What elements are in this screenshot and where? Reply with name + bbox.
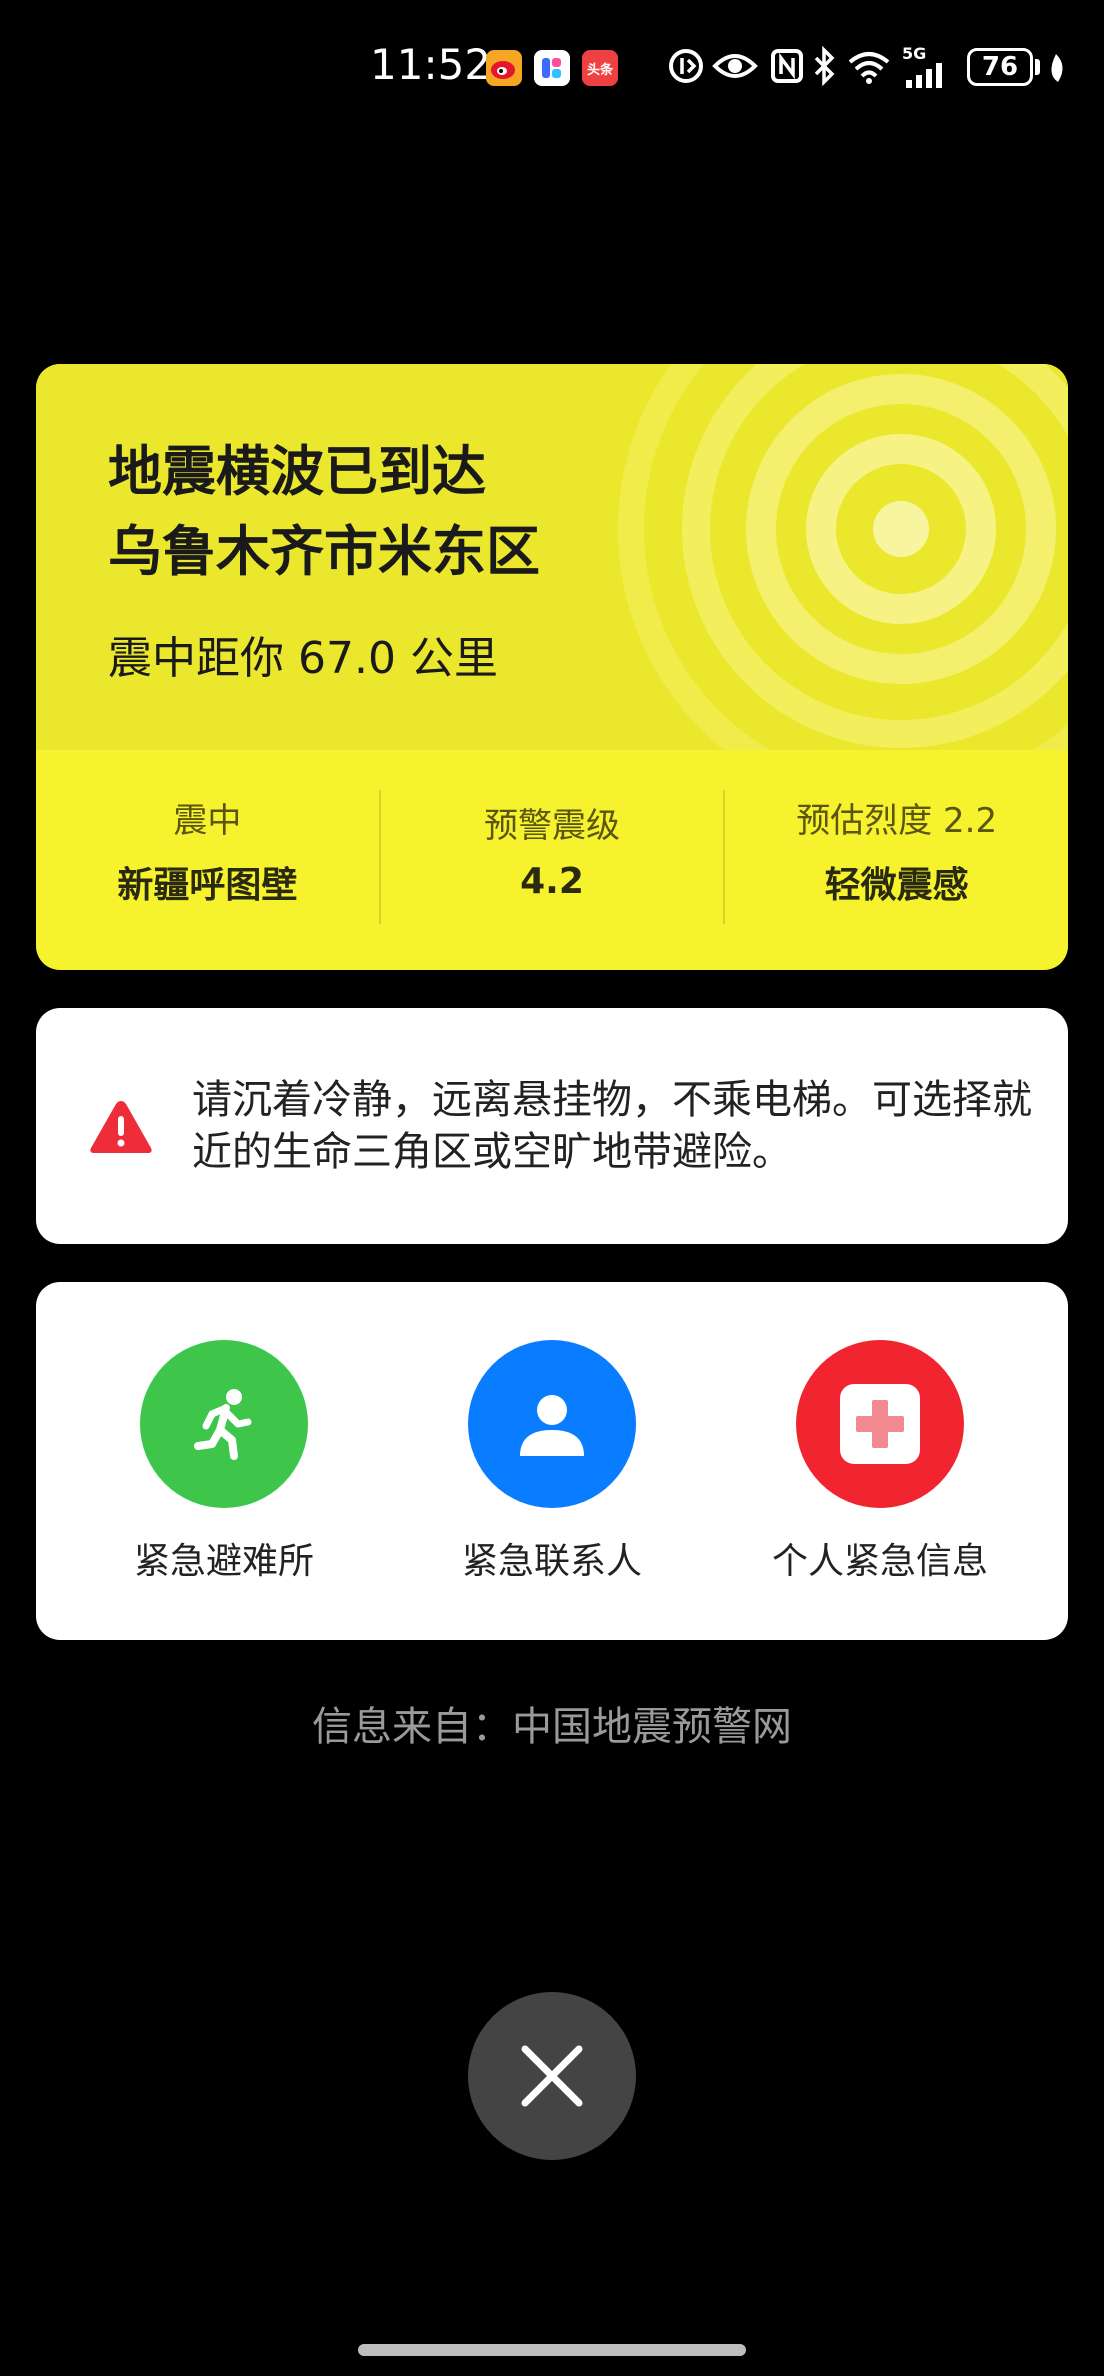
earthquake-alert-card: 地震横波已到达 乌鲁木齐市米东区 震中距你 67.0 公里 震中 新疆呼图壁 预… [36, 364, 1068, 970]
stat-label: 预估烈度 2.2 [796, 800, 998, 841]
earthquake-alert-screen: 11:52 头条 5G 76 地震横波已到达 乌鲁木齐市米东区 震中距你 67.… [0, 0, 1104, 2376]
person-icon [520, 1395, 584, 1456]
emergency-actions-card: 紧急避难所 紧急联系人 个人紧急信息 [36, 1282, 1068, 1640]
epicenter-distance: 震中距你 67.0 公里 [108, 633, 498, 684]
stat-value: 4.2 [520, 861, 584, 902]
stat-epicenter: 震中 新疆呼图壁 [36, 750, 379, 970]
toutiao-icon: 头条 [582, 50, 618, 86]
alert-header: 地震横波已到达 乌鲁木齐市米东区 震中距你 67.0 公里 [36, 364, 1068, 750]
personal-emergency-info-button[interactable]: 个人紧急信息 [730, 1340, 1030, 1600]
battery-indicator: 76 [967, 48, 1033, 86]
medical-cross-icon [840, 1384, 920, 1464]
battery-tip [1035, 59, 1040, 75]
medical-circle [796, 1340, 964, 1508]
action-label: 紧急避难所 [133, 1541, 314, 1582]
leaf-icon [1051, 54, 1063, 82]
weibo-icon [486, 50, 522, 86]
alert-title: 地震横波已到达 乌鲁木齐市米东区 [108, 432, 540, 592]
running-person-icon [194, 1389, 252, 1460]
stat-label: 震中 [173, 800, 242, 841]
close-button[interactable] [468, 1992, 636, 2160]
action-label: 紧急联系人 [461, 1541, 642, 1582]
nfc-icon [771, 49, 803, 83]
contacts-circle [468, 1340, 636, 1508]
stat-label: 预警震级 [484, 806, 620, 846]
safety-advice-text: 请沉着冷静，远离悬挂物，不乘电梯。可选择就近的生命三角区或空旷地带避险。 [192, 1077, 1032, 1175]
wifi-icon [848, 52, 890, 84]
shelter-circle [140, 1340, 308, 1508]
nfc-clock-icon [669, 49, 703, 83]
safety-advice-card: 请沉着冷静，远离悬挂物，不乘电梯。可选择就近的生命三角区或空旷地带避险。 [36, 1008, 1068, 1244]
alert-stats: 震中 新疆呼图壁 预警震级 4.2 预估烈度 2.2 轻微震感 [36, 750, 1068, 970]
signal-icon: 5G [902, 44, 958, 88]
status-time: 11:52 [370, 40, 492, 89]
alert-title-line1: 地震横波已到达 [108, 440, 486, 503]
alert-title-line2: 乌鲁木齐市米东区 [108, 520, 540, 583]
stat-magnitude: 预警震级 4.2 [381, 750, 724, 970]
close-icon [521, 2045, 583, 2107]
stat-value: 轻微震感 [824, 864, 969, 906]
action-label: 个人紧急信息 [771, 1541, 988, 1582]
app-icon [534, 50, 570, 86]
home-indicator[interactable] [358, 2344, 746, 2356]
bluetooth-icon [814, 46, 835, 86]
emergency-contacts-button[interactable]: 紧急联系人 [402, 1340, 702, 1600]
emergency-shelter-button[interactable]: 紧急避难所 [74, 1340, 374, 1600]
stat-value: 新疆呼图壁 [117, 864, 298, 906]
status-bar: 11:52 头条 5G 76 [0, 0, 1104, 130]
eye-icon [712, 54, 758, 78]
info-source: 信息来自：中国地震预警网 [312, 1704, 792, 1750]
warning-icon [90, 1101, 152, 1153]
stat-intensity: 预估烈度 2.2 轻微震感 [725, 750, 1068, 970]
